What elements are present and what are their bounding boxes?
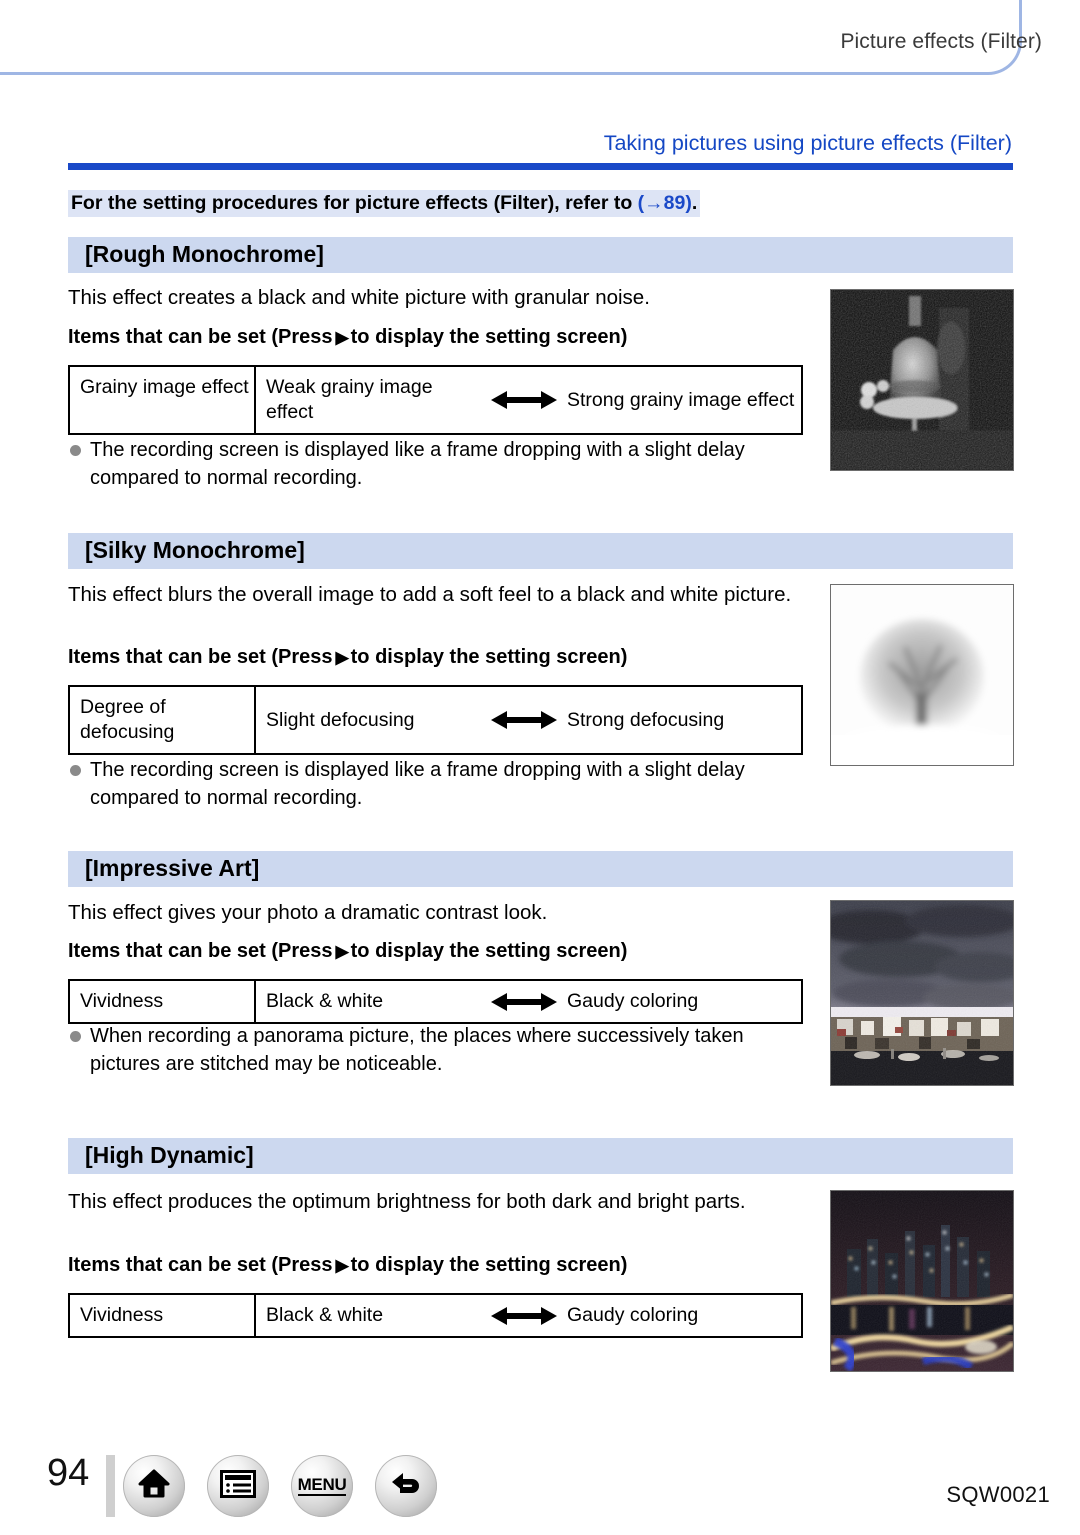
setting-range-low: Black & white	[266, 990, 384, 1012]
setting-range-high: Strong defocusing	[567, 708, 725, 731]
double-arrow-icon	[481, 389, 567, 411]
effect-heading-band: [Impressive Art]	[68, 851, 1013, 887]
effect-title: [High Dynamic]	[85, 1142, 254, 1168]
setting-range-low: Weak grainy image effect	[266, 376, 433, 423]
items-settable-label: Items that can be set (Press ▶ to display …	[68, 326, 627, 349]
double-arrow-icon	[481, 1305, 567, 1327]
effect-note-text: The recording screen is displayed like a…	[90, 759, 745, 809]
setting-item-name: Vividness	[70, 1295, 256, 1336]
effect-note: The recording screen is displayed like a…	[68, 436, 813, 492]
setting-range: Black & white Gaudy coloring	[256, 981, 801, 1022]
items-label-suffix: to display the setting screen)	[350, 1254, 628, 1276]
items-label-prefix: Items that can be set (Press	[68, 1254, 333, 1276]
setting-range-high: Strong grainy image effect	[567, 388, 795, 411]
items-label-prefix: Items that can be set (Press	[68, 940, 333, 962]
items-settable-label: Items that can be set (Press ▶ to display …	[68, 646, 627, 669]
setting-procedures-note: For the setting procedures for picture e…	[68, 190, 701, 217]
bullet-dot-icon	[70, 445, 81, 456]
contents-button[interactable]	[207, 1455, 269, 1517]
effect-title: [Rough Monochrome]	[85, 241, 324, 267]
back-arrow-icon	[389, 1469, 423, 1504]
effect-heading-band: [Silky Monochrome]	[68, 533, 1013, 569]
setting-item-name: Grainy image effect	[70, 367, 256, 433]
items-settable-label: Items that can be set (Press ▶ to display …	[68, 940, 627, 963]
effect-note: When recording a panorama picture, the p…	[68, 1022, 813, 1078]
right-arrow-icon: ▶	[335, 942, 349, 961]
items-label-suffix: to display the setting screen)	[350, 326, 628, 348]
effect-title: [Impressive Art]	[85, 855, 260, 881]
effect-note-text: When recording a panorama picture, the p…	[90, 1025, 744, 1075]
sample-image-high-dynamic	[830, 1190, 1014, 1372]
settings-table: Vividness Black & white Gaudy coloring	[68, 979, 803, 1024]
effect-description: This effect produces the optimum brightn…	[68, 1190, 746, 1213]
double-arrow-icon	[481, 991, 567, 1013]
sample-image-silky-monochrome	[830, 584, 1014, 766]
effect-heading-band: [High Dynamic]	[68, 1138, 1013, 1174]
bullet-dot-icon	[70, 765, 81, 776]
back-button[interactable]	[375, 1455, 437, 1517]
home-button[interactable]	[123, 1455, 185, 1517]
items-label-prefix: Items that can be set (Press	[68, 646, 333, 668]
chapter-title: Taking pictures using picture effects (F…	[603, 131, 1012, 155]
contents-list-icon	[220, 1469, 256, 1503]
effect-note-text: The recording screen is displayed like a…	[90, 439, 745, 489]
effect-description: This effect gives your photo a dramatic …	[68, 901, 548, 924]
settings-table: Grainy image effect Weak grainy image ef…	[68, 365, 803, 435]
home-icon	[137, 1467, 171, 1506]
items-label-prefix: Items that can be set (Press	[68, 326, 333, 348]
setting-item-name: Degree of defocusing	[70, 687, 256, 753]
settings-table: Degree of defocusing Slight defocusing S…	[68, 685, 803, 755]
double-arrow-icon	[481, 709, 567, 731]
right-arrow-icon: ▶	[335, 328, 349, 347]
intro-prefix: For the setting procedures for picture e…	[71, 192, 638, 214]
setting-range: Black & white Gaudy coloring	[256, 1295, 801, 1336]
setting-item-name: Vividness	[70, 981, 256, 1022]
document-code: SQW0021	[946, 1482, 1050, 1507]
setting-range-high: Gaudy coloring	[567, 990, 699, 1012]
intro-suffix: .	[691, 192, 698, 214]
menu-button-label: MENU	[297, 1475, 347, 1496]
right-arrow-icon: ▶	[335, 1256, 349, 1275]
page-reference-link[interactable]: (→89)	[638, 192, 692, 214]
setting-range: Weak grainy image effect Strong grainy i…	[256, 367, 801, 433]
items-settable-label: Items that can be set (Press ▶ to display …	[68, 1254, 627, 1277]
items-label-suffix: to display the setting screen)	[350, 940, 628, 962]
effect-heading-band: [Rough Monochrome]	[68, 237, 1013, 273]
effect-title: [Silky Monochrome]	[85, 537, 305, 563]
setting-range-low: Black & white	[266, 1304, 384, 1326]
chapter-divider-rule	[68, 163, 1013, 170]
right-arrow-icon: ▶	[335, 648, 349, 667]
settings-table: Vividness Black & white Gaudy coloring	[68, 1293, 803, 1338]
bullet-dot-icon	[70, 1031, 81, 1042]
footer-divider	[106, 1455, 115, 1517]
page-number: 94	[47, 1452, 90, 1494]
setting-range-high: Gaudy coloring	[567, 1304, 699, 1326]
setting-range: Slight defocusing Strong defocusing	[256, 687, 801, 753]
effect-description: This effect creates a black and white pi…	[68, 286, 650, 309]
setting-range-low: Slight defocusing	[266, 708, 415, 731]
sample-image-impressive-art	[830, 900, 1014, 1086]
running-header-title: Picture effects (Filter)	[840, 30, 1042, 53]
menu-button[interactable]: MENU	[291, 1455, 353, 1517]
items-label-suffix: to display the setting screen)	[350, 646, 628, 668]
effect-note: The recording screen is displayed like a…	[68, 756, 813, 812]
sample-image-rough-monochrome	[830, 289, 1014, 471]
effect-description: This effect blurs the overall image to a…	[68, 583, 792, 606]
